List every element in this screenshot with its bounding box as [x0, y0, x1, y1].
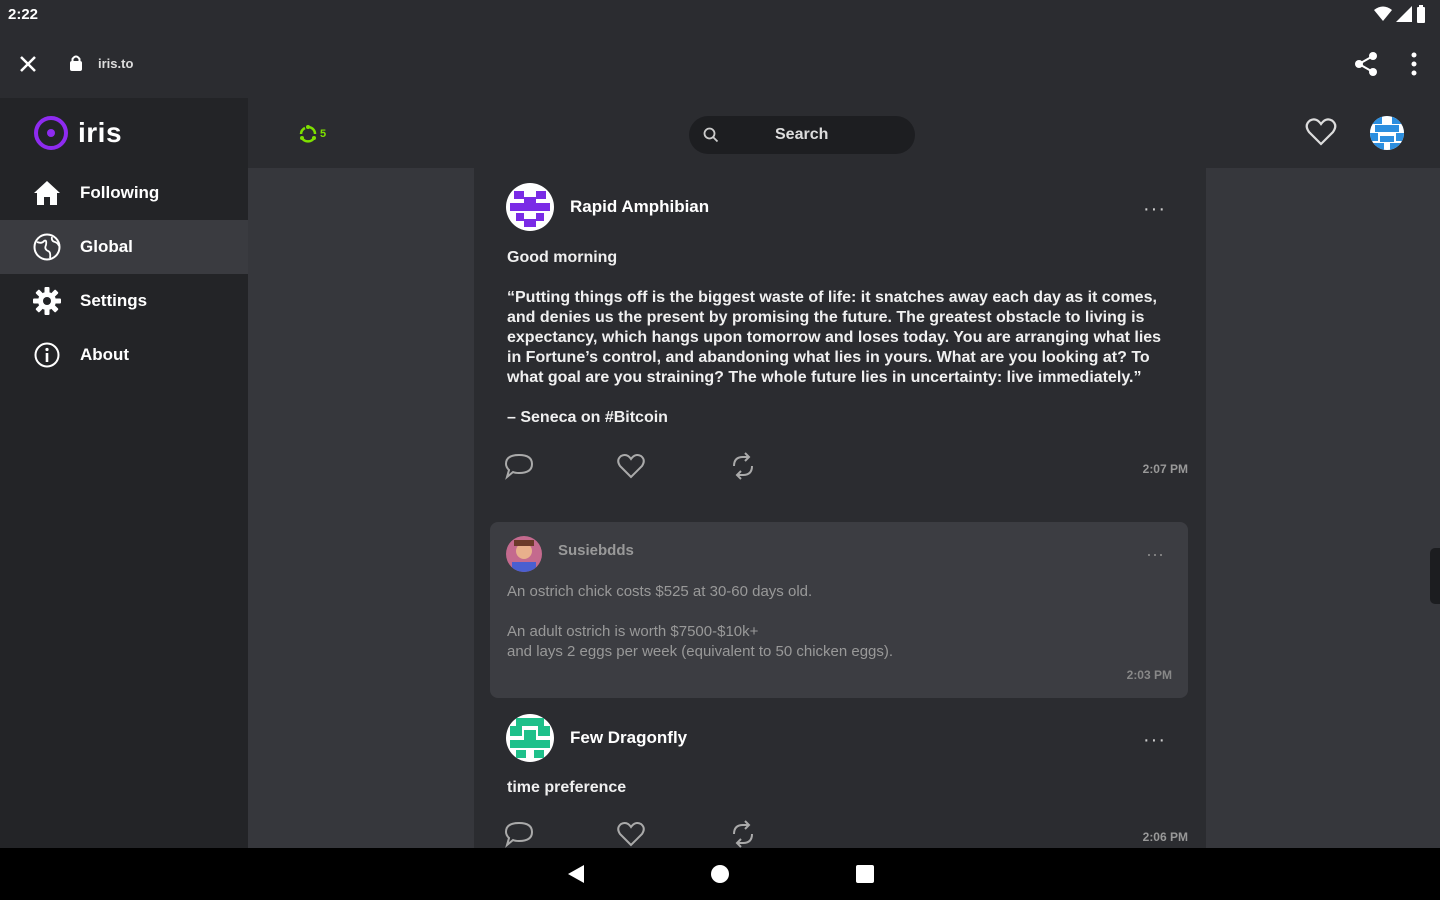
- post-line: and lays 2 eggs per week (equivalent to …: [507, 643, 894, 660]
- post-line: what goal are you straining? The whole f…: [507, 369, 1142, 386]
- relay-status[interactable]: 5: [298, 124, 326, 144]
- status-icons: [1374, 5, 1426, 23]
- share-icon[interactable]: [1352, 50, 1380, 83]
- recent-apps-icon[interactable]: [856, 865, 874, 883]
- scrollbar-handle[interactable]: [1430, 548, 1440, 604]
- sidebar-item-settings[interactable]: Settings: [0, 274, 248, 328]
- logo-text: iris: [78, 117, 123, 148]
- sidebar-item-label: Settings: [80, 291, 148, 310]
- post-line: An ostrich chick costs $525 at 30-60 day…: [507, 583, 813, 600]
- more-options-icon[interactable]: ···: [1143, 729, 1166, 752]
- reply-icon[interactable]: [504, 452, 534, 480]
- avatar[interactable]: [506, 536, 542, 572]
- post-timestamp[interactable]: 2:07 PM: [1143, 462, 1188, 476]
- post-line: An adult ostrich is worth $7500-$10k+: [507, 623, 759, 640]
- gear-icon: [32, 286, 62, 316]
- status-bar: 2:22: [0, 0, 1440, 30]
- post-line: “Putting things off is the biggest waste…: [507, 289, 1157, 306]
- feed-post[interactable]: Rapid Amphibian ··· Good morning “Puttin…: [474, 168, 1206, 500]
- repost-icon[interactable]: [728, 820, 758, 848]
- search-placeholder: Search: [775, 126, 829, 143]
- post-actions: [504, 452, 758, 480]
- signal-icon: [1396, 6, 1412, 22]
- sidebar: iris Following Global Settings About: [0, 98, 248, 848]
- post-line: – Seneca on #Bitcoin: [507, 409, 668, 426]
- home-icon: [32, 178, 62, 208]
- feed: Rapid Amphibian ··· Good morning “Puttin…: [474, 168, 1206, 848]
- user-avatar[interactable]: [1370, 116, 1404, 150]
- post-line: and denies us the present by promising t…: [507, 309, 1145, 326]
- post-line: in Fortune’s control, and abandoning wha…: [507, 349, 1150, 366]
- search-input[interactable]: Search: [689, 116, 915, 154]
- reply-icon[interactable]: [504, 820, 534, 848]
- sidebar-item-label: Following: [80, 183, 160, 202]
- post-content: An ostrich chick costs $525 at 30-60 day…: [507, 582, 1167, 662]
- back-icon[interactable]: [566, 864, 586, 889]
- repost-icon[interactable]: [728, 452, 758, 480]
- more-options-icon[interactable]: ···: [1146, 544, 1164, 565]
- top-bar: 5 Search: [248, 98, 1440, 168]
- avatar[interactable]: [506, 714, 554, 762]
- sidebar-item-about[interactable]: About: [0, 328, 248, 382]
- post-line: Good morning: [507, 249, 618, 266]
- post-timestamp[interactable]: 2:06 PM: [1143, 830, 1188, 844]
- notifications-heart-icon[interactable]: [1305, 117, 1337, 152]
- status-time: 2:22: [8, 6, 39, 23]
- sidebar-item-global[interactable]: Global: [0, 220, 248, 274]
- post-author[interactable]: Few Dragonfly: [570, 728, 687, 748]
- sidebar-item-following[interactable]: Following: [0, 166, 248, 220]
- quoted-post[interactable]: Susiebdds ··· An ostrich chick costs $52…: [490, 522, 1188, 698]
- url-text[interactable]: iris.to: [98, 56, 133, 71]
- post-content: time preference: [507, 778, 1183, 798]
- info-icon: [32, 340, 62, 370]
- more-options-icon[interactable]: ···: [1143, 198, 1166, 221]
- close-icon[interactable]: [14, 50, 42, 78]
- android-navigation-bar: [0, 848, 1440, 900]
- relay-count: 5: [320, 128, 327, 140]
- wifi-icon: [1374, 6, 1392, 21]
- battery-icon: [1417, 5, 1425, 23]
- home-button-icon[interactable]: [711, 865, 729, 883]
- post-author[interactable]: Susiebdds: [558, 542, 634, 559]
- browser-toolbar: iris.to: [0, 30, 1440, 98]
- post-line: expectancy, which hangs upon tomorrow an…: [507, 329, 1162, 346]
- sidebar-nav: Following Global Settings About: [0, 166, 248, 382]
- iris-logo[interactable]: iris: [34, 116, 122, 150]
- like-heart-icon[interactable]: [616, 820, 646, 848]
- avatar[interactable]: [506, 183, 554, 231]
- sidebar-item-label: About: [80, 345, 130, 364]
- relay-icon: [299, 125, 317, 143]
- post-actions: [504, 820, 758, 848]
- lock-icon: [68, 54, 84, 77]
- globe-icon: [32, 232, 62, 262]
- iris-logo-icon: [34, 116, 68, 150]
- post-line: time preference: [507, 779, 627, 796]
- post-content: Good morning “Putting things off is the …: [507, 248, 1183, 428]
- feed-post[interactable]: Few Dragonfly ··· time preference 2:06 P…: [474, 698, 1206, 848]
- post-author[interactable]: Rapid Amphibian: [570, 197, 709, 217]
- post-timestamp[interactable]: 2:03 PM: [1127, 668, 1172, 682]
- search-icon: [703, 127, 719, 143]
- like-heart-icon[interactable]: [616, 452, 646, 480]
- overflow-menu-icon[interactable]: [1402, 50, 1426, 83]
- sidebar-item-label: Global: [80, 237, 133, 256]
